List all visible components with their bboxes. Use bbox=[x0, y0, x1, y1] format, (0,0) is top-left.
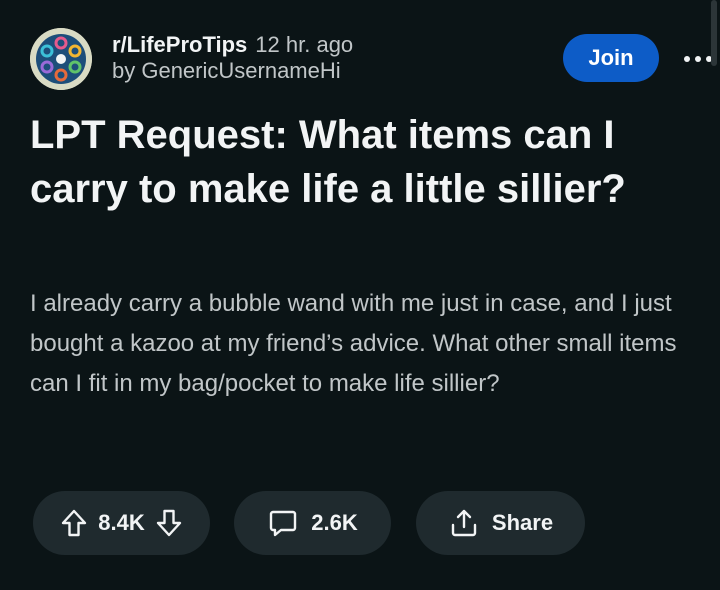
post-view: r/LifeProTips 12 hr. ago by GenericUserna… bbox=[0, 0, 720, 590]
subreddit-name-link[interactable]: r/LifeProTips bbox=[112, 32, 247, 57]
scrollbar[interactable] bbox=[711, 0, 717, 66]
share-button[interactable]: Share bbox=[416, 491, 585, 555]
comment-count: 2.6K bbox=[311, 510, 358, 535]
post-title[interactable]: LPT Request: What items can I carry to m… bbox=[30, 108, 690, 216]
subreddit-avatar-icon[interactable] bbox=[30, 28, 92, 90]
upvote-arrow-icon[interactable] bbox=[60, 508, 88, 538]
more-dot bbox=[684, 56, 690, 62]
vote-count: 8.4K bbox=[98, 510, 145, 535]
join-button[interactable]: Join bbox=[563, 34, 659, 82]
post-author-link[interactable]: by GenericUsernameHi bbox=[112, 58, 353, 84]
more-dot bbox=[695, 56, 701, 62]
share-icon bbox=[448, 507, 480, 539]
comment-bubble-icon bbox=[267, 507, 299, 539]
post-header: r/LifeProTips 12 hr. ago by GenericUserna… bbox=[30, 28, 712, 92]
comments-button[interactable]: 2.6K bbox=[234, 491, 391, 555]
vote-control: 8.4K bbox=[33, 491, 210, 555]
post-timestamp: 12 hr. ago bbox=[255, 32, 354, 57]
share-label: Share bbox=[491, 510, 554, 535]
post-body: I already carry a bubble wand with me ju… bbox=[30, 290, 677, 397]
post-meta: r/LifeProTips 12 hr. ago by GenericUserna… bbox=[112, 32, 353, 84]
downvote-arrow-icon[interactable] bbox=[155, 508, 183, 538]
